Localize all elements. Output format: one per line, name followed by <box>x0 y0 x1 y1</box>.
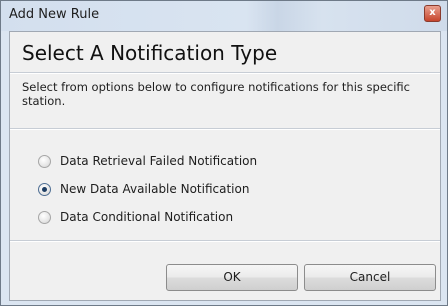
radio-new-data-available[interactable]: New Data Available Notification <box>38 180 249 198</box>
radio-label: New Data Available Notification <box>60 182 250 196</box>
page-title: Select A Notification Type <box>22 41 278 65</box>
radio-selected-dot <box>42 186 47 192</box>
radio-data-retrieval-failed[interactable]: Data Retrieval Failed Notification <box>38 152 257 170</box>
radio-button[interactable] <box>38 210 51 224</box>
radio-label: Data Conditional Notification <box>60 210 234 224</box>
ok-button[interactable]: OK <box>166 264 298 291</box>
close-button[interactable]: x <box>424 5 441 22</box>
divider <box>10 128 440 130</box>
radio-data-conditional[interactable]: Data Conditional Notification <box>38 208 233 226</box>
divider <box>10 240 440 242</box>
divider <box>10 72 440 74</box>
radio-button[interactable] <box>38 154 51 168</box>
dialog-content: Select A Notification Type Select from o… <box>9 31 441 301</box>
add-new-rule-dialog: Add New Rule x Select A Notification Typ… <box>0 0 448 306</box>
radio-button[interactable] <box>38 182 51 196</box>
radio-label: Data Retrieval Failed Notification <box>60 154 258 168</box>
description-text: Select from options below to configure n… <box>22 80 410 108</box>
close-icon: x <box>429 7 436 18</box>
title-bar[interactable]: Add New Rule x <box>1 1 447 31</box>
cancel-button[interactable]: Cancel <box>304 264 436 291</box>
window-title: Add New Rule <box>9 7 100 22</box>
